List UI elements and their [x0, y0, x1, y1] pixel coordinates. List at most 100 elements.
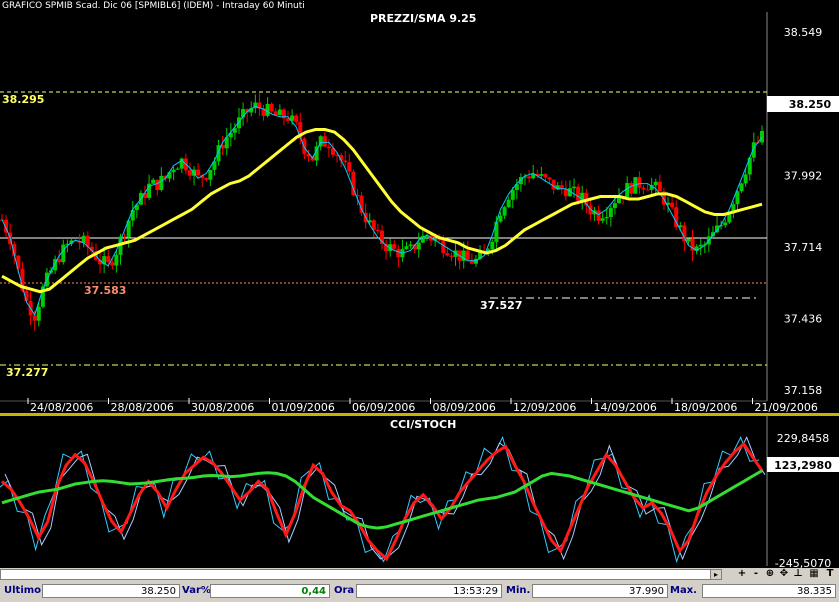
- candle-body: [576, 186, 581, 201]
- candle-body: [322, 136, 327, 147]
- candle-body: [612, 203, 617, 209]
- candle-body: [637, 177, 642, 188]
- candle-body: [551, 179, 556, 190]
- candle-body: [596, 210, 601, 221]
- x-axis-label: 01/09/2006: [272, 401, 335, 414]
- last-price-label: 38.250: [789, 98, 832, 111]
- candle-body: [57, 259, 62, 263]
- price-tick-label: 37.992: [784, 169, 823, 182]
- candle-body: [375, 229, 380, 231]
- zoom-out-button[interactable]: -: [750, 569, 762, 580]
- grid-button[interactable]: ▦: [808, 569, 820, 580]
- candle-body: [151, 179, 156, 184]
- candle-body: [277, 109, 282, 115]
- price-axis: [767, 12, 839, 401]
- candle-body: [465, 250, 470, 260]
- candle-body: [106, 256, 111, 263]
- candle-body: [506, 199, 511, 208]
- candle-body: [122, 236, 127, 238]
- candle-body: [273, 111, 278, 115]
- osc-tick-bottom: -245,5070: [775, 557, 831, 568]
- candle-body: [114, 254, 119, 266]
- price-tick-label: 37.158: [784, 384, 823, 397]
- candle-body: [326, 146, 331, 149]
- crosshair-button[interactable]: ⊕: [764, 569, 776, 580]
- candle-body: [498, 215, 503, 222]
- candle-body: [81, 235, 86, 243]
- candle-body: [543, 174, 548, 178]
- candle-body: [347, 162, 352, 172]
- price-tick-label: 37.436: [784, 312, 823, 325]
- candle-body: [392, 244, 397, 249]
- line-tool-button[interactable]: ⊥: [792, 569, 804, 580]
- price-tick-label: 37.714: [784, 241, 823, 254]
- candle-body: [490, 241, 495, 250]
- candle-body: [743, 174, 748, 184]
- candle-body: [760, 130, 764, 143]
- level-low2-label: 37.527: [480, 299, 522, 312]
- candle-body: [159, 175, 164, 191]
- move-button[interactable]: ✥: [778, 569, 790, 580]
- candle-body: [171, 169, 176, 173]
- chart-area[interactable]: 38.295 37.583 37.527 37.277 PREZZI/SMA 9…: [0, 12, 839, 568]
- price-panel-title: PREZZI/SMA 9.25: [370, 12, 476, 25]
- candle-body: [527, 176, 532, 179]
- level-high-label: 38.295: [2, 93, 44, 106]
- level-low1-label: 37.583: [84, 284, 126, 297]
- candle-body: [204, 178, 209, 180]
- candle-body: [682, 225, 687, 242]
- price-tick-label: 38.549: [784, 26, 823, 39]
- candle-body: [404, 246, 409, 250]
- osc-tick-top: 229,8458: [777, 432, 830, 445]
- candle-body: [698, 244, 703, 247]
- scroll-right-button[interactable]: ▸: [710, 569, 722, 580]
- candle-body: [294, 115, 299, 122]
- candle-body: [167, 172, 172, 179]
- candle-body: [645, 189, 650, 191]
- x-axis-label: 24/08/2006: [30, 401, 93, 414]
- candle-body: [653, 181, 658, 186]
- candle-body: [449, 255, 454, 257]
- price-panel: [0, 12, 767, 401]
- osc-tick-last: 123,2980: [774, 459, 832, 472]
- candle-body: [641, 187, 646, 190]
- candle-body: [408, 244, 413, 247]
- candle-body: [539, 174, 544, 176]
- min-value: 37.990: [532, 584, 668, 598]
- candle-body: [572, 186, 577, 189]
- candle-body: [686, 238, 691, 242]
- candle-body: [61, 244, 66, 263]
- candle-body: [445, 253, 450, 256]
- candle-body: [396, 248, 401, 258]
- text-tool-button[interactable]: T: [824, 569, 836, 580]
- candle-body: [604, 216, 609, 219]
- x-axis-label: 18/09/2006: [674, 401, 737, 414]
- var-value: 0,44: [210, 584, 330, 598]
- candle-body: [629, 183, 634, 194]
- candle-body: [494, 221, 499, 242]
- candle-body: [32, 315, 37, 321]
- candle-body: [510, 190, 515, 200]
- zoom-in-button[interactable]: +: [736, 569, 748, 580]
- max-value: 38.335: [702, 584, 836, 598]
- candle-body: [155, 179, 160, 191]
- candle-body: [187, 170, 192, 176]
- bottom-bar: ▸ + - ⊕ ✥ ⊥ ▦ T Ultimo 38.250 Var% 0,44 …: [0, 568, 839, 602]
- ora-value: 13:53:29: [356, 584, 502, 598]
- horizontal-scrollbar[interactable]: [0, 569, 722, 580]
- candle-body: [269, 103, 274, 112]
- candle-body: [196, 169, 201, 176]
- osc-panel-title: CCI/STOCH: [390, 418, 456, 431]
- candle-body: [670, 202, 675, 208]
- window-title: GRAFICO SPMIB Scad. Dic 06 [SPMIBL6] (ID…: [0, 0, 839, 12]
- x-axis-label: 14/09/2006: [594, 401, 657, 414]
- ultimo-label: Ultimo: [4, 585, 42, 596]
- candle-body: [36, 306, 41, 321]
- x-axis-label: 21/09/2006: [755, 401, 818, 414]
- candle-body: [343, 160, 348, 163]
- candle-body: [502, 207, 507, 216]
- candle-body: [265, 103, 270, 116]
- x-axis-label: 28/08/2006: [111, 401, 174, 414]
- candle-body: [600, 218, 605, 221]
- candle-body: [723, 222, 728, 226]
